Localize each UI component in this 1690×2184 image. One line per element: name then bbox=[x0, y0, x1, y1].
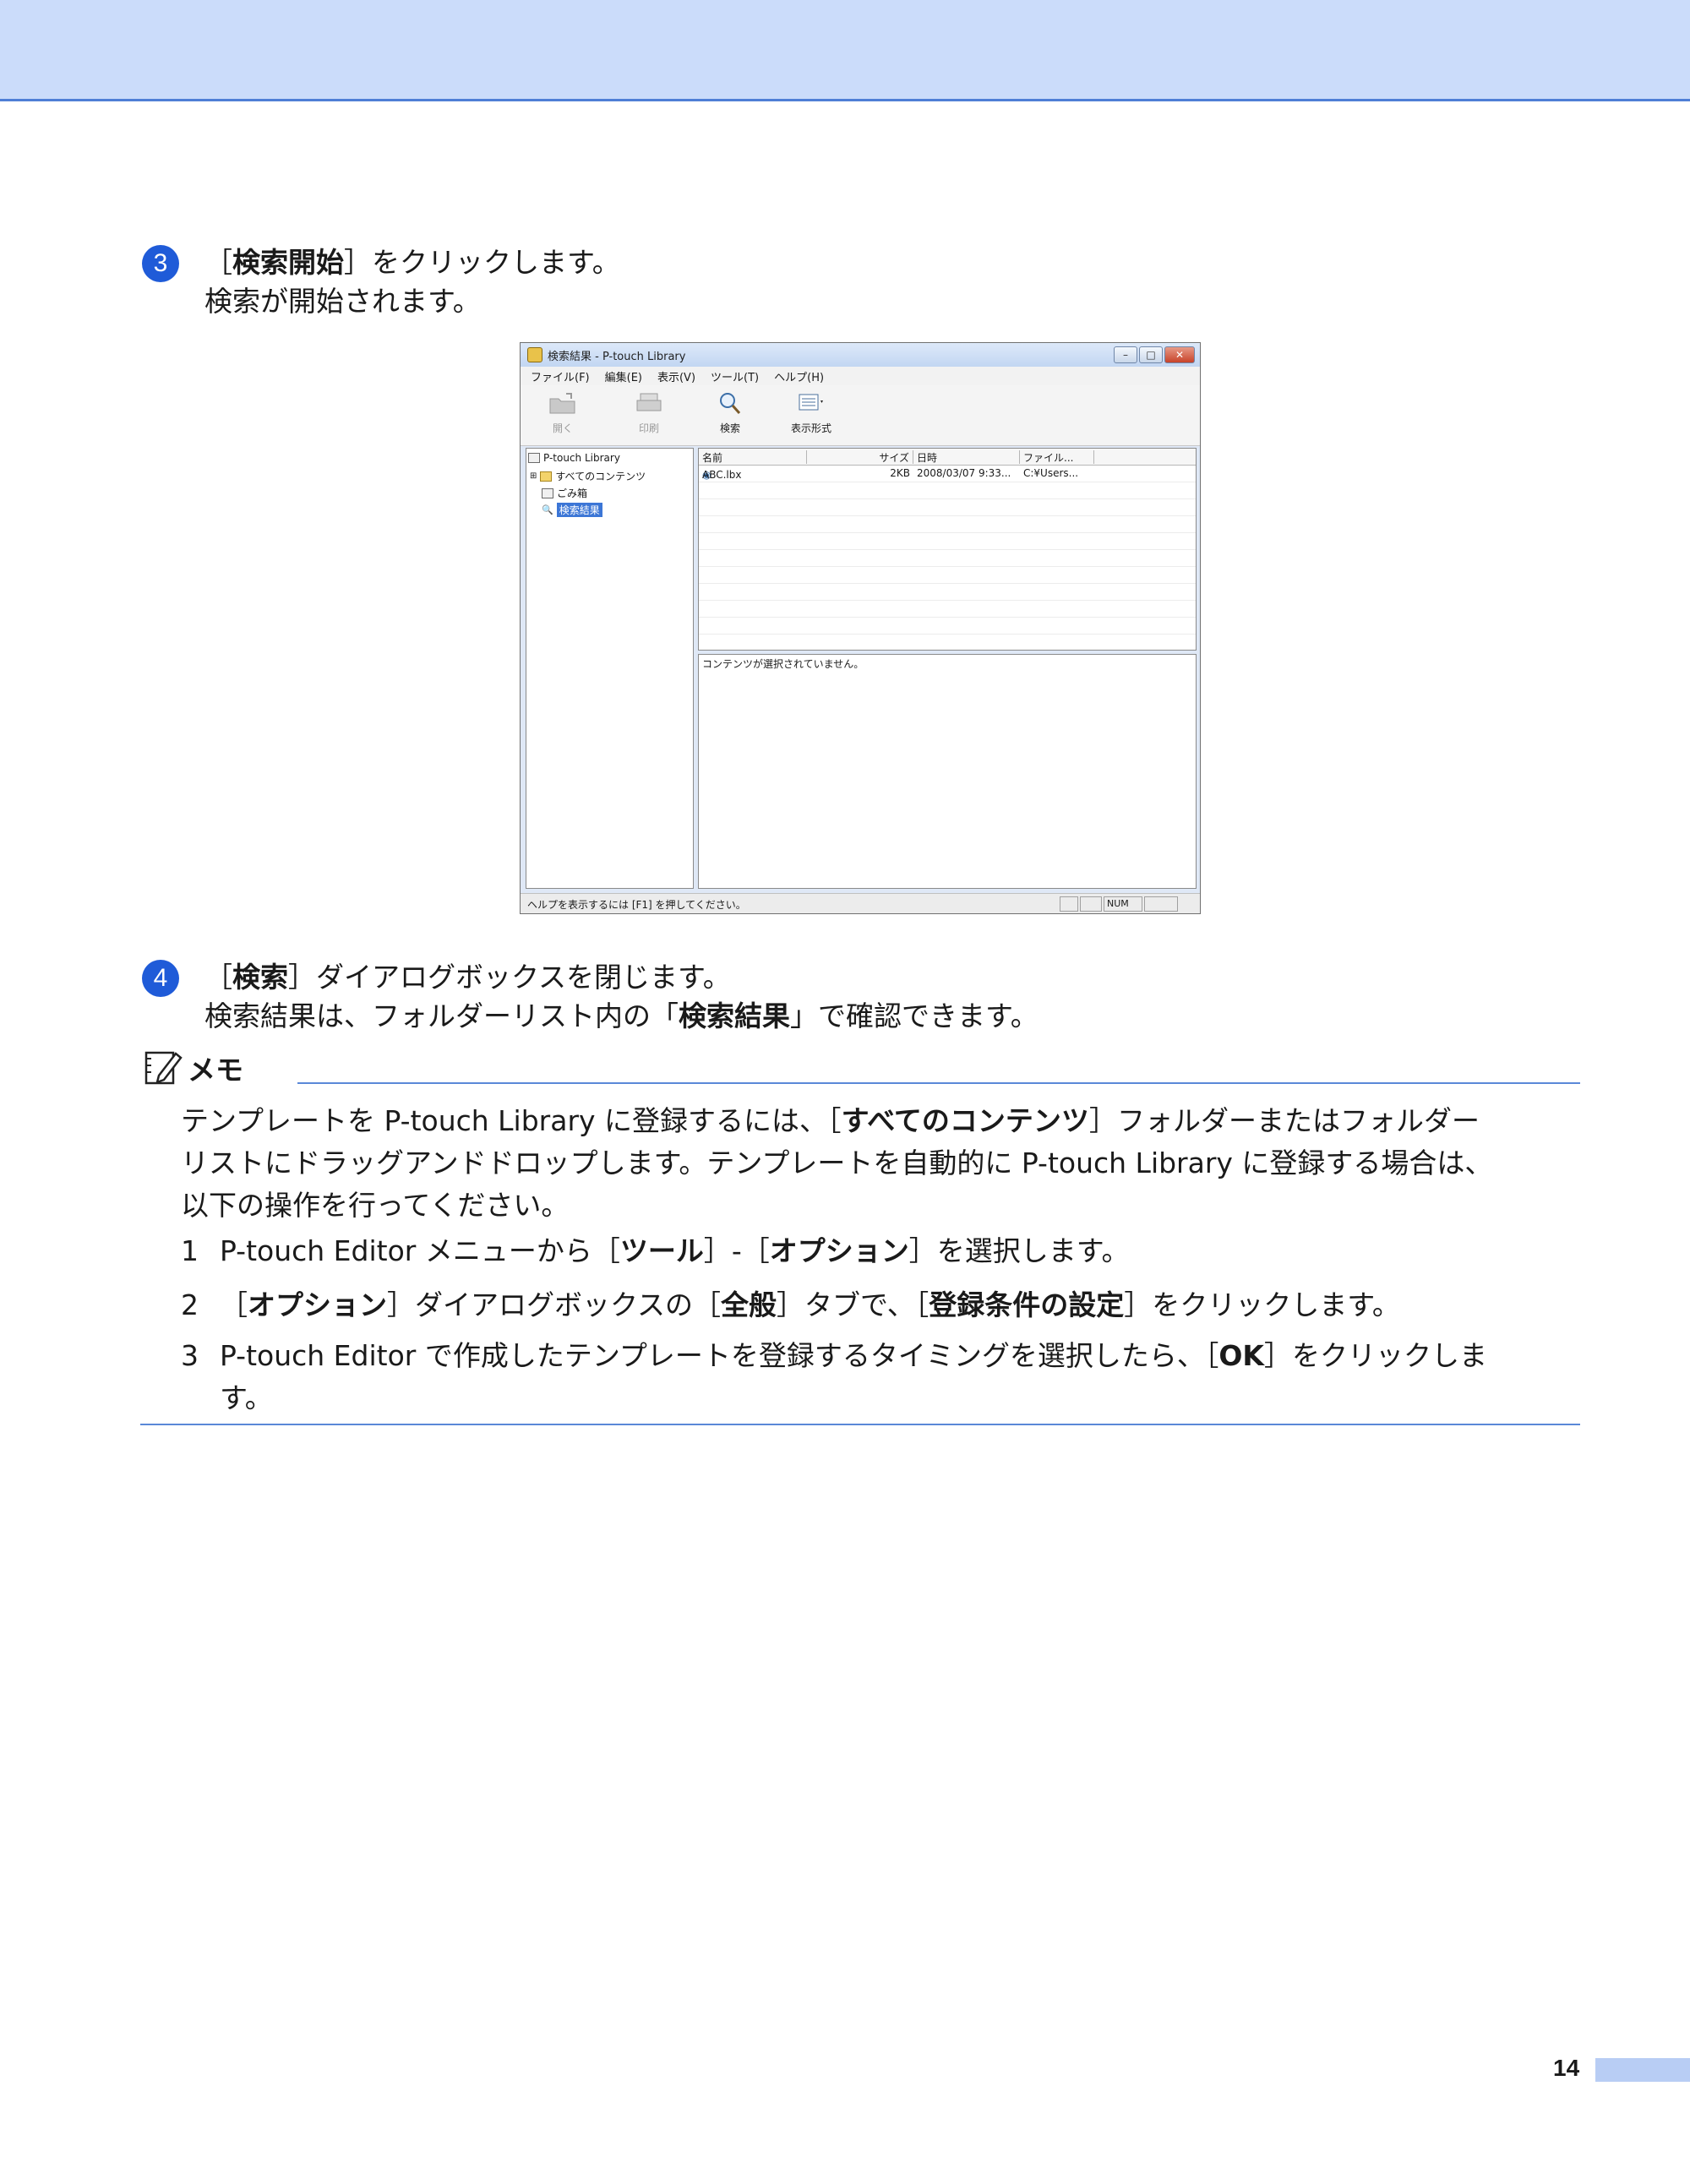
step-4-text: ［検索］ダイアログボックスを閉じます。 検索結果は、フォルダーリスト内の「検索結… bbox=[204, 958, 1039, 1036]
ptouch-library-window: 検索結果 - P-touch Library – □ ✕ ファイル(F) 編集(… bbox=[520, 342, 1201, 914]
search-dialog-label: 検索 bbox=[232, 961, 288, 994]
table-row[interactable]: ◉ ABC.lbx 2KB 2008/03/07 9:33... C:¥User… bbox=[699, 466, 1196, 482]
search-icon: 🔍 bbox=[542, 504, 553, 515]
empty-row bbox=[699, 482, 1196, 499]
row-date: 2008/03/07 9:33... bbox=[917, 467, 1011, 479]
step-number-4: 4 bbox=[142, 960, 179, 997]
memo-line-1: テンプレートを P-touch Library に登録するには、［すべてのコンテ… bbox=[181, 1104, 1480, 1137]
page-number: 14 bbox=[1553, 2055, 1580, 2081]
header-band bbox=[0, 0, 1690, 101]
trash-icon bbox=[542, 487, 553, 498]
menu-view[interactable]: 表示(V) bbox=[657, 368, 695, 384]
menu-edit[interactable]: 編集(E) bbox=[605, 368, 642, 384]
folder-tree: P-touch Library ⊞ すべてのコンテンツ ごみ箱 🔍 検索結果 bbox=[526, 448, 694, 889]
empty-row bbox=[699, 499, 1196, 516]
memo-heading: メモ bbox=[144, 1048, 243, 1088]
step-3-line2: 検索が開始されます。 bbox=[204, 285, 481, 318]
step-4-line1: ［検索］ダイアログボックスを閉じます。 bbox=[204, 961, 731, 994]
preview-pane: コンテンツが選択されていません。 bbox=[698, 654, 1197, 889]
memo-line-2: リストにドラッグアンドドロップします。テンプレートを自動的に P-touch L… bbox=[181, 1146, 1493, 1179]
memo-top-rule bbox=[297, 1082, 1580, 1084]
window-title: 検索結果 - P-touch Library bbox=[548, 351, 686, 363]
search-start-label: 検索開始 bbox=[232, 246, 344, 279]
print-tool[interactable]: 印刷 bbox=[615, 390, 683, 435]
view-list-icon bbox=[799, 394, 823, 411]
list-header: 名前 サイズ 日時 ファイル... bbox=[699, 449, 1196, 466]
page-tab bbox=[1595, 2058, 1690, 2082]
file-list: 名前 サイズ 日時 ファイル... ◉ ABC.lbx 2KB 2008/03/… bbox=[698, 448, 1197, 651]
toolbar: 開く 印刷 検索 表示形式 bbox=[521, 385, 1200, 446]
column-size[interactable]: サイズ bbox=[807, 450, 913, 464]
minimize-button[interactable]: – bbox=[1114, 346, 1137, 363]
status-num: NUM bbox=[1104, 896, 1142, 912]
status-text: ヘルプを表示するには [F1] を押してください。 bbox=[527, 899, 746, 911]
empty-row bbox=[699, 550, 1196, 567]
empty-row bbox=[699, 516, 1196, 533]
memo-paragraph: テンプレートを P-touch Library に登録するには、［すべてのコンテ… bbox=[181, 1100, 1584, 1227]
search-results-label: 検索結果 bbox=[679, 999, 790, 1032]
step-4-line2: 検索結果は、フォルダーリスト内の「検索結果」で確認できます。 bbox=[204, 999, 1039, 1032]
status-bar: ヘルプを表示するには [F1] を押してください。 NUM bbox=[521, 893, 1200, 913]
open-tool[interactable]: 開く bbox=[529, 390, 597, 435]
maximize-button[interactable]: □ bbox=[1139, 346, 1163, 363]
search-icon bbox=[720, 393, 741, 414]
memo-line-3: 以下の操作を行ってください。 bbox=[181, 1189, 570, 1222]
tree-search-results[interactable]: 🔍 検索結果 bbox=[542, 503, 602, 517]
row-path: C:¥Users... bbox=[1023, 467, 1079, 479]
status-cell bbox=[1144, 896, 1178, 912]
menu-tools[interactable]: ツール(T) bbox=[711, 368, 759, 384]
folder-open-icon bbox=[549, 393, 575, 414]
step-3-text: ［検索開始］をクリックします。 検索が開始されます。 bbox=[204, 243, 620, 321]
folder-icon bbox=[540, 471, 553, 482]
status-cell bbox=[1060, 896, 1078, 912]
empty-row bbox=[699, 584, 1196, 601]
tree-root[interactable]: P-touch Library bbox=[528, 452, 620, 464]
step-3-instruction: ］をクリックします。 bbox=[344, 246, 620, 279]
menu-file[interactable]: ファイル(F) bbox=[531, 368, 590, 384]
all-contents-label: すべてのコンテンツ bbox=[841, 1104, 1089, 1137]
empty-row bbox=[699, 618, 1196, 635]
bracket-open: ［ bbox=[204, 246, 232, 279]
empty-row bbox=[699, 533, 1196, 550]
menu-help[interactable]: ヘルプ(H) bbox=[774, 368, 824, 384]
memo-note-icon bbox=[144, 1051, 183, 1085]
column-name[interactable]: 名前 bbox=[699, 450, 807, 464]
window-titlebar: 検索結果 - P-touch Library – □ ✕ bbox=[521, 343, 1200, 367]
memo-title: メモ bbox=[188, 1054, 243, 1087]
expand-icon[interactable]: ⊞ bbox=[530, 471, 537, 481]
menu-bar: ファイル(F) 編集(E) 表示(V) ツール(T) ヘルプ(H) bbox=[521, 367, 1200, 385]
empty-row bbox=[699, 601, 1196, 618]
step-number-3: 3 bbox=[142, 245, 179, 282]
printer-icon bbox=[636, 393, 662, 411]
column-date[interactable]: 日時 bbox=[913, 450, 1020, 464]
column-file[interactable]: ファイル... bbox=[1020, 450, 1094, 464]
tree-trash[interactable]: ごみ箱 bbox=[542, 486, 587, 500]
search-tool[interactable]: 検索 bbox=[696, 390, 764, 435]
close-button[interactable]: ✕ bbox=[1164, 346, 1195, 363]
library-icon bbox=[528, 453, 540, 463]
app-icon bbox=[527, 347, 542, 362]
tree-all-contents[interactable]: ⊞ すべてのコンテンツ bbox=[530, 469, 646, 483]
row-size: 2KB bbox=[890, 467, 910, 479]
empty-row bbox=[699, 567, 1196, 584]
step-3-line1: ［検索開始］をクリックします。 bbox=[204, 243, 620, 282]
status-cell bbox=[1080, 896, 1102, 912]
view-format-tool[interactable]: 表示形式 bbox=[777, 390, 845, 435]
memo-bottom-rule bbox=[140, 1424, 1580, 1425]
